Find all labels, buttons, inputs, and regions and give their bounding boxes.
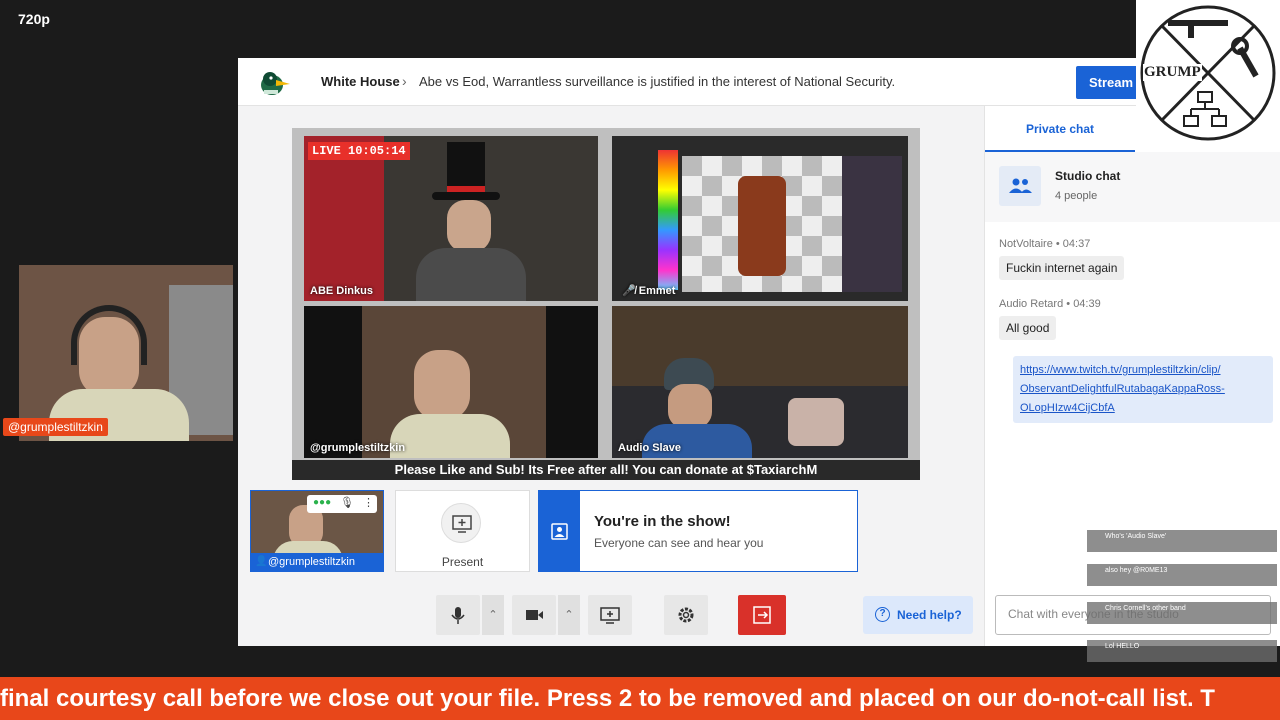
chevron-right-icon: › bbox=[402, 73, 407, 89]
mic-icon[interactable]: 🎙 bbox=[340, 496, 354, 509]
tile-label: 🎤̸ Emmet bbox=[622, 285, 676, 297]
person-icon: 👤 bbox=[255, 556, 268, 567]
audio-level-icon: ●●● bbox=[313, 497, 332, 508]
in-show-subtitle: Everyone can see and hear you bbox=[594, 536, 764, 550]
message-link[interactable]: https://www.twitch.tv/grumplestiltzkin/c… bbox=[1013, 356, 1273, 423]
overlay-chat-text: also hey @R0ME13 bbox=[1105, 567, 1168, 574]
stage-ticker: Please Like and Sub! Its Free after all!… bbox=[292, 460, 920, 480]
in-show-card: You're in the show! Everyone can see and… bbox=[538, 490, 858, 572]
need-help-label: Need help? bbox=[897, 608, 962, 622]
hat-brim bbox=[432, 192, 500, 200]
help-icon: ? bbox=[875, 607, 890, 622]
guest-name: @grumplestiltzkin bbox=[268, 556, 355, 568]
person-head bbox=[668, 384, 712, 428]
person-card-icon bbox=[551, 523, 568, 540]
stage-preview: LIVE 10:05:14 ABE Dinkus 🎤̸ Emmet @grump… bbox=[292, 128, 920, 480]
tile-label: Audio Slave bbox=[618, 442, 681, 454]
studio-chat-title: Studio chat bbox=[1055, 169, 1121, 183]
more-options-icon[interactable]: ⋮ bbox=[363, 496, 374, 509]
link-line[interactable]: ObservantDelightfulRutabagaKappaRoss- bbox=[1020, 380, 1266, 399]
dark-panel bbox=[842, 156, 902, 292]
overlay-chat: Who's 'Audio Slave' also hey @R0ME13 Chr… bbox=[1087, 530, 1277, 670]
breadcrumb-studio[interactable]: White House bbox=[321, 74, 400, 89]
overlay-chat-text: Chris Cornell's other band bbox=[1105, 605, 1186, 612]
breadcrumb-broadcast-title[interactable]: Abe vs Eod, Warrantless surveillance is … bbox=[419, 74, 895, 89]
stage-tile[interactable]: Audio Slave bbox=[612, 306, 908, 458]
overlay-chat-text: Lol HELLO bbox=[1105, 643, 1140, 650]
stage-tile[interactable]: @grumplestiltzkin bbox=[304, 306, 598, 458]
present-screen-icon bbox=[441, 503, 481, 543]
person-head bbox=[447, 200, 491, 252]
host-name-tag: @grumplestiltzkin bbox=[3, 418, 108, 436]
overlay-chat-message: Lol HELLO bbox=[1087, 640, 1277, 662]
gear-icon bbox=[678, 607, 694, 623]
share-screen-button[interactable] bbox=[588, 595, 632, 635]
overlay-chat-text: Who's 'Audio Slave' bbox=[1105, 533, 1167, 540]
present-label: Present bbox=[441, 555, 484, 569]
camera-button[interactable] bbox=[512, 595, 556, 635]
message-meta: NotVoltaire • 04:37 bbox=[999, 238, 1091, 250]
pixel-character bbox=[738, 176, 786, 276]
duck-logo-icon[interactable] bbox=[258, 67, 294, 97]
tab-private-chat[interactable]: Private chat bbox=[985, 106, 1135, 152]
message-time: 04:37 bbox=[1062, 238, 1091, 250]
person-body bbox=[390, 414, 510, 458]
exit-icon bbox=[753, 606, 771, 624]
share-screen-icon bbox=[600, 607, 620, 624]
need-help-button[interactable]: ? Need help? bbox=[863, 596, 973, 634]
grump-logo: GRUMP bbox=[1136, 0, 1280, 146]
message-meta: Audio Retard • 04:39 bbox=[999, 298, 1101, 310]
person-head bbox=[414, 350, 470, 420]
host-camera bbox=[19, 265, 233, 441]
overlay-chat-message: Chris Cornell's other band bbox=[1087, 602, 1277, 624]
guest-controls: ●●● 🎙 ⋮ bbox=[307, 495, 377, 513]
studio-chat-header[interactable]: Studio chat 4 people bbox=[985, 152, 1280, 222]
leave-studio-button[interactable] bbox=[738, 595, 786, 635]
stream-frame: 720p White House › Abe vs Eod, Warrantle… bbox=[0, 0, 1280, 720]
guest-name-bar: 👤 @grumplestiltzkin bbox=[251, 553, 383, 571]
message-author: NotVoltaire bbox=[999, 238, 1053, 250]
person-head bbox=[79, 317, 139, 397]
stage-tile[interactable]: LIVE 10:05:14 ABE Dinkus bbox=[304, 136, 598, 301]
mic-options-chevron-icon[interactable]: ⌃ bbox=[482, 595, 504, 635]
in-show-title: You're in the show! bbox=[594, 513, 731, 530]
present-button[interactable]: Present bbox=[395, 490, 530, 572]
mic-muted-icon: 🎤̸ bbox=[622, 285, 639, 297]
palette-strip bbox=[658, 150, 678, 290]
link-line[interactable]: https://www.twitch.tv/grumplestiltzkin/c… bbox=[1020, 361, 1266, 380]
overlay-chat-message: Who's 'Audio Slave' bbox=[1087, 530, 1277, 552]
grump-logo-text: GRUMP bbox=[1143, 64, 1202, 81]
studio-chat-people-count: 4 people bbox=[1055, 190, 1098, 202]
in-show-side bbox=[539, 491, 580, 571]
live-timer-badge: LIVE 10:05:14 bbox=[308, 142, 410, 160]
guest-thumbnail[interactable]: ●●● 🎙 ⋮ 👤 @grumplestiltzkin bbox=[250, 490, 384, 572]
tile-label: @grumplestiltzkin bbox=[310, 442, 406, 454]
stage-tile[interactable]: 🎤̸ Emmet bbox=[612, 136, 908, 301]
overlay-chat-message: also hey @R0ME13 bbox=[1087, 564, 1277, 586]
mic-icon bbox=[451, 607, 465, 624]
pillow bbox=[788, 398, 844, 446]
message-author: Audio Retard bbox=[999, 298, 1064, 310]
flag-backdrop bbox=[304, 136, 384, 301]
studio-topbar: White House › Abe vs Eod, Warrantless su… bbox=[238, 58, 1280, 106]
settings-button[interactable] bbox=[664, 595, 708, 635]
people-icon bbox=[999, 166, 1041, 206]
scrolling-banner: final courtesy call before we close out … bbox=[0, 677, 1280, 720]
person-body bbox=[416, 248, 526, 301]
quality-label: 720p bbox=[18, 11, 50, 27]
camera-options-chevron-icon[interactable]: ⌃ bbox=[558, 595, 580, 635]
mic-button[interactable] bbox=[436, 595, 480, 635]
camera-icon bbox=[526, 610, 543, 620]
message-bubble: Fuckin internet again bbox=[999, 256, 1125, 280]
link-line[interactable]: OLopHIzw4CijCbfA bbox=[1020, 399, 1266, 418]
message-time: 04:39 bbox=[1073, 298, 1101, 310]
message-bubble: All good bbox=[999, 316, 1057, 340]
tile-label: ABE Dinkus bbox=[310, 285, 373, 297]
